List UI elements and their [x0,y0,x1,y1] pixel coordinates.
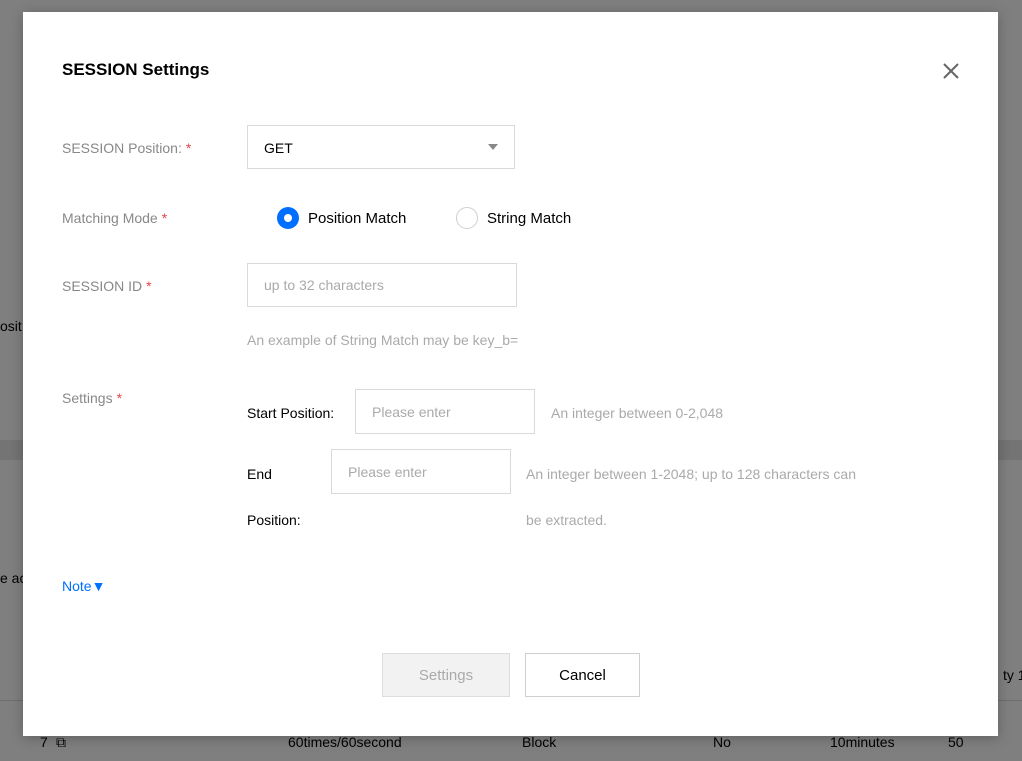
radio-checked-icon [277,207,299,229]
select-value: GET [264,140,293,156]
dialog-title: SESSION Settings [62,60,210,79]
end-position-hint-line1: An integer between 1-2048; up to 128 cha… [526,466,856,482]
required-mark: * [116,390,123,406]
required-mark: * [161,210,168,226]
session-id-input[interactable] [247,263,517,307]
radio-unchecked-icon [456,207,478,229]
radio-label: String Match [487,210,572,227]
session-id-hint: An example of String Match may be key_b= [247,332,519,348]
close-button[interactable] [940,60,962,82]
label-text: SESSION ID [62,278,143,294]
start-position-input[interactable] [355,389,535,434]
session-id-label: SESSION ID * [62,278,152,294]
start-position-hint: An integer between 0-2,048 [551,405,724,421]
label-text: Settings [62,390,113,406]
session-position-select[interactable]: GET [247,125,515,169]
session-position-label: SESSION Position: * [62,140,191,156]
end-position-input[interactable] [331,449,511,494]
session-settings-dialog: SESSION Settings SESSION Position: * GET … [23,12,998,736]
end-position-label-line1: End [247,466,272,482]
label-text: Matching Mode [62,210,158,226]
required-mark: * [185,140,192,156]
cancel-button[interactable]: Cancel [525,653,640,697]
note-toggle-link[interactable]: Note▼ [62,578,105,594]
radio-position-match[interactable]: Position Match [277,206,437,230]
label-text: SESSION Position: [62,140,182,156]
start-position-label: Start Position: [247,405,335,421]
radio-string-match[interactable]: String Match [456,206,606,230]
close-icon [943,63,959,79]
settings-button[interactable]: Settings [382,653,510,697]
radio-label: Position Match [308,210,407,227]
matching-mode-label: Matching Mode * [62,210,167,226]
settings-label: Settings * [62,390,122,406]
caret-down-icon [488,144,498,150]
end-position-hint-line2: be extracted. [526,512,607,528]
end-position-label-line2: Position: [247,512,301,528]
required-mark: * [146,278,152,294]
